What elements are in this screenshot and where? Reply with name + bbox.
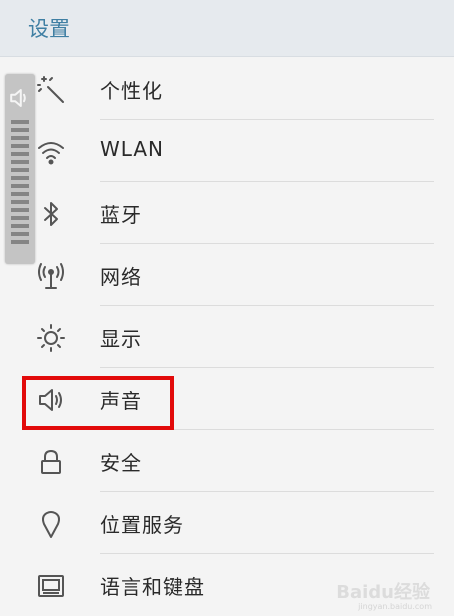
lock-icon	[36, 447, 66, 477]
antenna-icon	[36, 261, 66, 291]
header: 设置	[0, 0, 454, 57]
watermark: Baidu经验	[336, 582, 430, 603]
settings-item-display[interactable]: 显示	[0, 306, 454, 368]
bluetooth-icon	[36, 199, 66, 229]
volume-level-bars[interactable]	[11, 120, 29, 248]
brightness-icon	[36, 323, 66, 353]
magic-wand-icon	[36, 75, 66, 105]
settings-item-location[interactable]: 位置服务	[0, 492, 454, 554]
settings-item-label: 显示	[100, 327, 142, 351]
settings-item-label: 语言和键盘	[100, 575, 205, 599]
settings-item-network[interactable]: 网络	[0, 244, 454, 306]
settings-item-wlan[interactable]: WLAN	[0, 120, 454, 182]
settings-item-label: 位置服务	[100, 513, 184, 537]
settings-list: 个性化 WLAN 蓝牙 网络 显示 声音 安全 位置服务 语言和键盘	[0, 58, 454, 616]
page-title: 设置	[28, 17, 70, 41]
wifi-icon	[36, 137, 66, 167]
location-pin-icon	[36, 509, 66, 539]
settings-item-label: 蓝牙	[100, 203, 142, 227]
settings-item-label: 网络	[100, 265, 142, 289]
settings-item-label: 个性化	[100, 79, 163, 103]
settings-item-personalization[interactable]: 个性化	[0, 58, 454, 120]
volume-overlay[interactable]	[5, 74, 35, 264]
highlight-box	[22, 376, 174, 430]
speaker-icon	[8, 86, 32, 114]
settings-item-bluetooth[interactable]: 蓝牙	[0, 182, 454, 244]
settings-item-label: WLAN	[100, 137, 165, 161]
keyboard-icon	[36, 571, 66, 601]
watermark-url: jingyan.baidu.com	[358, 602, 432, 611]
settings-item-security[interactable]: 安全	[0, 430, 454, 492]
settings-item-label: 安全	[100, 451, 142, 475]
